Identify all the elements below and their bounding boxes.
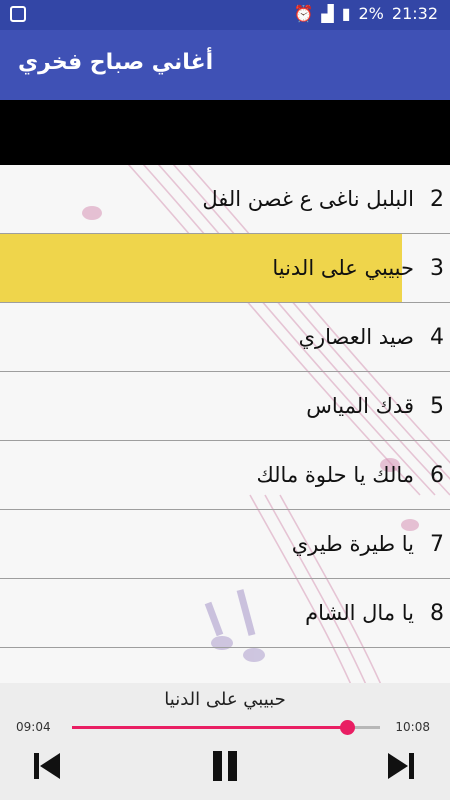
signal-icon: ▟: [321, 4, 334, 23]
status-icons: ⏰ ▟ ▮ 2% 21:32: [293, 4, 438, 23]
song-title: البلبل ناغى ع غصن الفل: [202, 187, 414, 211]
song-number: 2: [430, 186, 444, 212]
battery-charging-icon: ▮: [341, 4, 351, 23]
list-item-active[interactable]: حبيبي على الدنيا 3: [0, 234, 450, 303]
skip-previous-icon[interactable]: [30, 749, 64, 783]
page-title: أغاني صباح فخري: [18, 50, 214, 75]
clock: 21:32: [391, 4, 438, 23]
song-number: 5: [430, 393, 444, 419]
skip-next-icon[interactable]: [384, 749, 418, 783]
seek-progress: [72, 726, 348, 729]
song-number: 7: [430, 531, 444, 557]
song-title: قدك المياس: [306, 394, 414, 418]
song-list[interactable]: البلبل ناغى ع غصن الفل 2 حبيبي على الدني…: [0, 165, 450, 683]
total-duration: 10:08: [395, 720, 430, 734]
song-title: يا طيرة طيري: [291, 532, 414, 556]
status-bar: ⏰ ▟ ▮ 2% 21:32: [0, 0, 450, 30]
app-bar: أغاني صباح فخري: [0, 30, 450, 100]
song-title: يا مال الشام: [305, 601, 414, 625]
list-item[interactable]: البلبل ناغى ع غصن الفل 2: [0, 165, 450, 234]
song-title: مالك يا حلوة مالك: [256, 463, 414, 487]
list-item[interactable]: يا مال الشام 8: [0, 579, 450, 648]
now-playing-title: حبيبي على الدنيا: [164, 689, 286, 710]
list-item[interactable]: مالك يا حلوة مالك 6: [0, 441, 450, 510]
list-item[interactable]: صيد العصاري 4: [0, 303, 450, 372]
elapsed-time: 09:04: [16, 720, 51, 734]
battery-percent: 2%: [358, 4, 384, 23]
song-number: 3: [430, 255, 444, 281]
song-number: 6: [430, 462, 444, 488]
player-bar: حبيبي على الدنيا 09:04 10:08: [0, 683, 450, 800]
seek-bar[interactable]: [72, 720, 380, 735]
song-title: صيد العصاري: [298, 325, 414, 349]
song-number: 4: [430, 324, 444, 350]
app-notification-icon: [10, 6, 26, 22]
list-item[interactable]: يا طيرة طيري 7: [0, 510, 450, 579]
ad-banner[interactable]: [0, 100, 450, 165]
pause-icon[interactable]: [208, 749, 242, 783]
seek-thumb[interactable]: [340, 720, 356, 735]
list-item[interactable]: قدك المياس 5: [0, 372, 450, 441]
song-number: 8: [430, 600, 444, 626]
alarm-icon: ⏰: [293, 4, 314, 23]
song-title: حبيبي على الدنيا: [272, 256, 414, 280]
